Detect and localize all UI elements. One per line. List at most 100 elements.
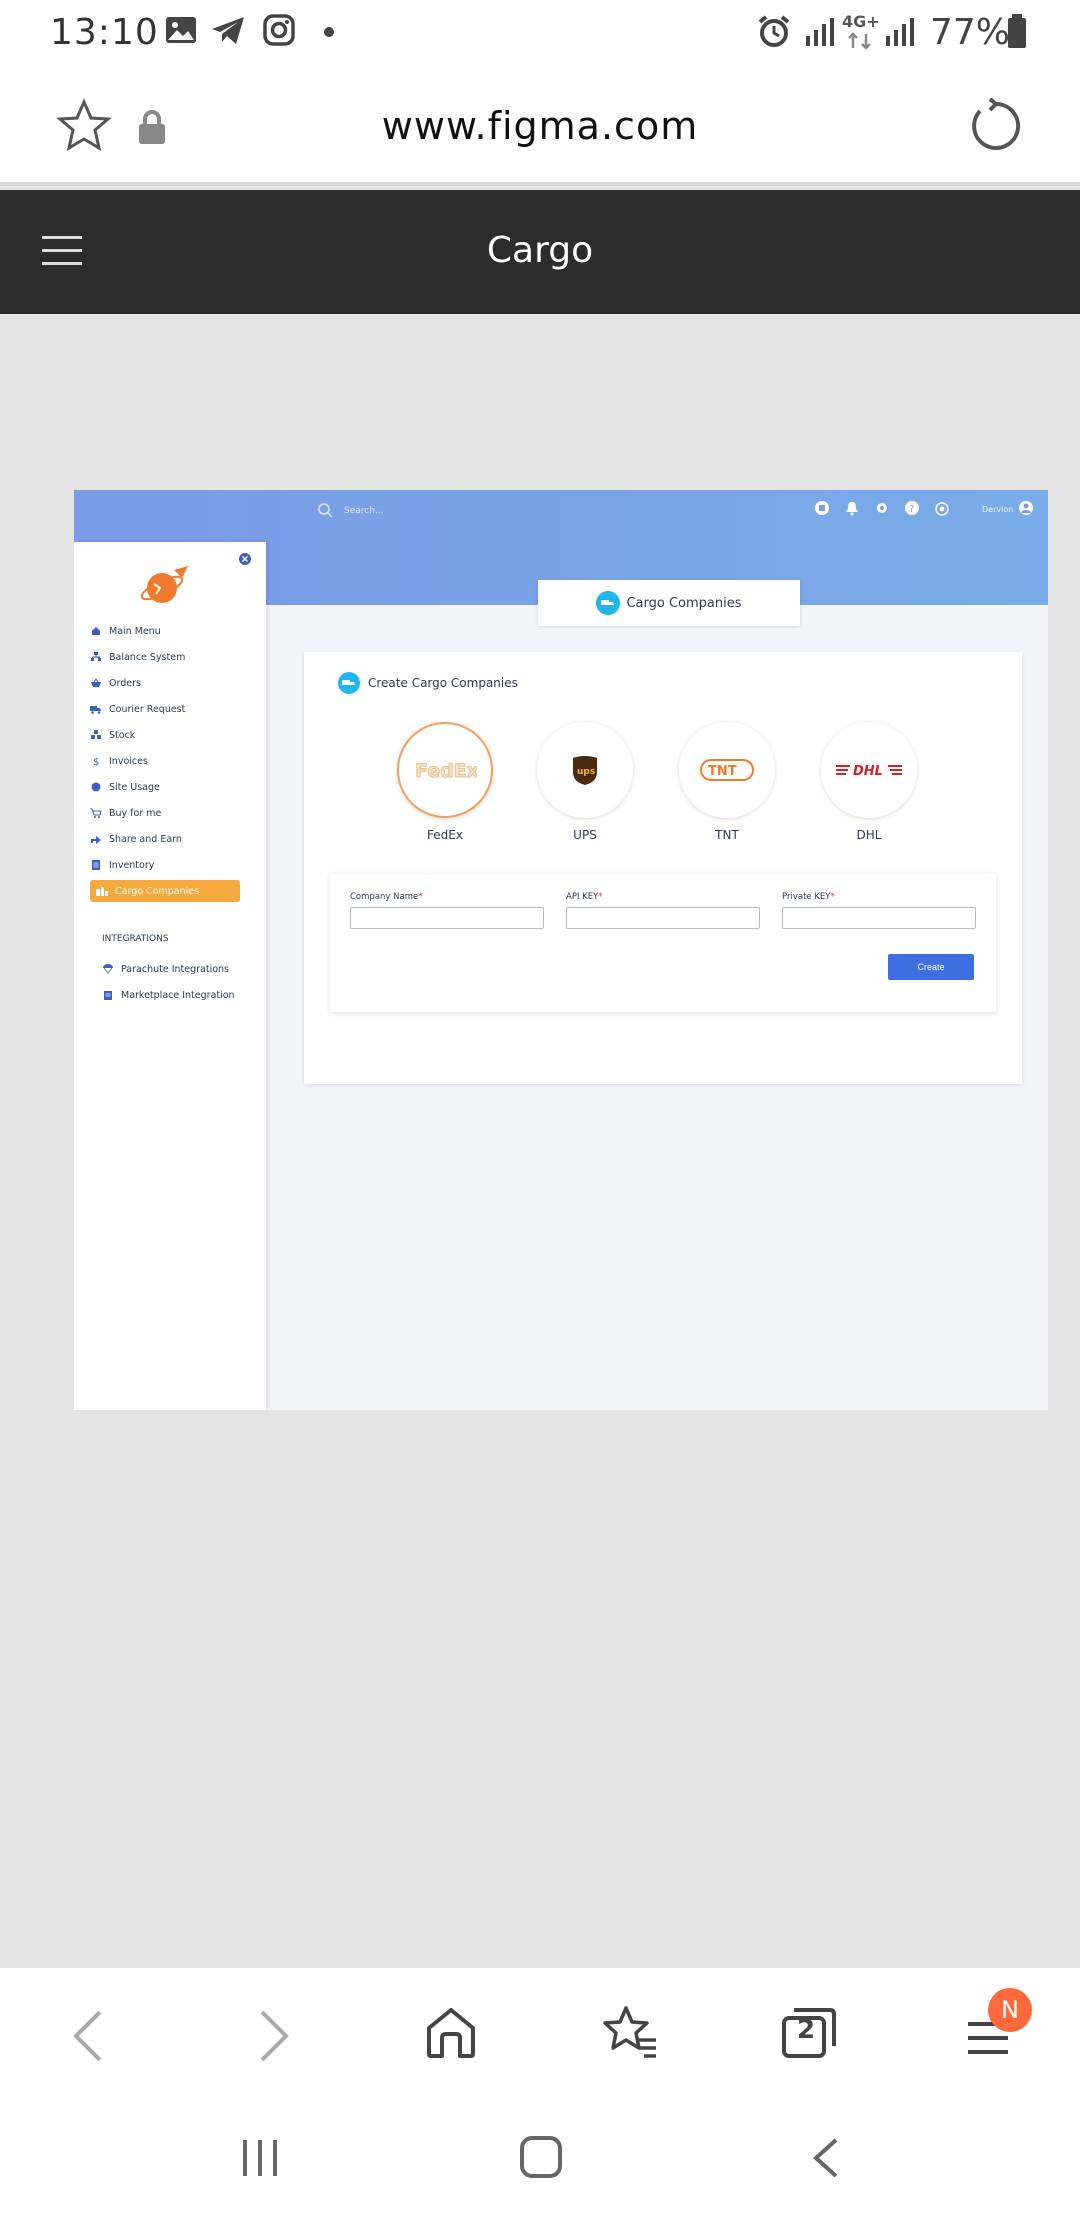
card-title: Create Cargo Companies (338, 672, 518, 694)
sidebar-item-buy-for-me[interactable]: Buy for me (90, 802, 240, 824)
user-name[interactable]: Dervlon (982, 505, 1013, 514)
sidebar-item-marketplace-integration[interactable]: Marketplace Integration (102, 984, 252, 1006)
company-name-input[interactable] (350, 907, 544, 929)
forward-icon[interactable] (256, 2008, 292, 2064)
required-marker: * (830, 892, 835, 902)
sitemap-icon (90, 651, 102, 663)
sidebar-item-label: Marketplace Integration (121, 989, 235, 1001)
back-button-icon[interactable] (808, 2136, 842, 2182)
share-icon (90, 833, 102, 845)
truck-icon (90, 703, 102, 715)
sidebar: Main Menu Balance System Orders Courier … (74, 542, 266, 1410)
back-icon[interactable] (70, 2008, 106, 2064)
truck-icon (338, 672, 360, 694)
figma-header: Cargo (0, 190, 1080, 314)
sidebar-item-label: Stock (109, 729, 136, 741)
sidebar-item-label: Share and Earn (109, 833, 182, 845)
gear-icon[interactable] (874, 500, 890, 516)
basket-icon (90, 677, 102, 689)
sidebar-item-parachute-integrations[interactable]: Parachute Integrations (102, 958, 252, 980)
company-dhl[interactable]: DHL DHL (820, 722, 918, 842)
prototype-frame: Search... ? Dervlon Main Menu Balance Sy… (74, 490, 1048, 1410)
company-name-field: Company Name* (350, 892, 544, 929)
coins-icon[interactable] (934, 500, 950, 516)
sidebar-item-invoices[interactable]: $ Invoices (90, 750, 240, 772)
sidebar-item-label: Inventory (109, 859, 155, 871)
dhl-logo[interactable]: DHL (821, 722, 917, 818)
api-key-input[interactable] (566, 907, 760, 929)
bell-icon[interactable] (844, 500, 860, 516)
svg-text:DHL: DHL (853, 764, 883, 779)
bookmarks-icon[interactable] (602, 2004, 658, 2060)
app-logo (140, 566, 188, 603)
gallery-icon (166, 17, 196, 43)
user-avatar-icon[interactable] (1018, 500, 1034, 516)
company-name: DHL (856, 828, 882, 842)
battery-percent: 77% (930, 12, 1011, 53)
required-marker: * (598, 892, 603, 902)
svg-text:ups: ups (577, 767, 595, 777)
home-button-icon[interactable] (518, 2134, 564, 2180)
search-icon[interactable] (317, 502, 333, 518)
tnt-logo[interactable]: TNT (679, 722, 775, 818)
fedex-logo[interactable]: FedEx (397, 722, 493, 818)
sidebar-item-label: Orders (109, 677, 141, 689)
svg-text:FedEx: FedEx (415, 760, 477, 782)
data-arrows-icon (848, 32, 871, 50)
search-input[interactable]: Search... (344, 506, 384, 516)
alarm-icon (758, 15, 790, 47)
company-name: TNT (715, 828, 739, 842)
url-text[interactable]: www.figma.com (0, 104, 1080, 148)
integrations-heading: INTEGRATIONS (102, 934, 169, 944)
sidebar-item-label: Parachute Integrations (121, 963, 230, 975)
api-credentials-form: Company Name* API KEY* Private KEY* Crea… (330, 874, 996, 1012)
sidebar-item-label: Site Usage (109, 781, 160, 793)
home-icon[interactable] (424, 2006, 478, 2060)
telegram-icon (212, 17, 244, 44)
figma-file-title: Cargo (486, 230, 594, 271)
create-button[interactable]: Create (888, 954, 974, 980)
dot-icon (324, 27, 334, 37)
company-tnt[interactable]: TNT TNT (678, 722, 776, 842)
private-key-label: Private KEY (782, 892, 831, 902)
instagram-icon (263, 14, 295, 46)
sidebar-item-share-and-earn[interactable]: Share and Earn (90, 828, 240, 850)
card-title-text: Create Cargo Companies (368, 676, 518, 690)
ups-logo[interactable]: ups (537, 722, 633, 818)
sidebar-item-orders[interactable]: Orders (90, 672, 240, 694)
sidebar-item-label: Main Menu (109, 625, 161, 637)
cart-icon (90, 807, 102, 819)
private-key-input[interactable] (782, 907, 976, 929)
sidebar-item-label: Invoices (109, 755, 148, 767)
store-icon (102, 989, 114, 1001)
company-name: UPS (573, 828, 597, 842)
required-marker: * (418, 892, 423, 902)
menu-notification-badge: N (988, 1988, 1032, 2032)
svg-text:$: $ (93, 757, 99, 766)
browser-bottom-nav (0, 1968, 1080, 2098)
company-fedex[interactable]: FedEx FedEx (396, 722, 494, 842)
dollar-icon: $ (90, 755, 102, 767)
sidebar-item-stock[interactable]: Stock (90, 724, 240, 746)
sidebar-item-courier-request[interactable]: Courier Request (90, 698, 240, 720)
system-navigation-bar (0, 2098, 1080, 2220)
company-ups[interactable]: ups UPS (536, 722, 634, 842)
home-icon (90, 625, 102, 637)
network-type: 4G+ (842, 12, 880, 31)
truck-icon (596, 591, 621, 615)
sidebar-item-cargo-companies[interactable]: Cargo Companies (90, 880, 240, 902)
reload-icon[interactable] (968, 98, 1024, 154)
sidebar-item-site-usage[interactable]: Site Usage (90, 776, 240, 798)
recent-apps-icon[interactable] (240, 2136, 282, 2180)
tab-cargo-companies[interactable]: Cargo Companies (538, 580, 800, 626)
list-icon (90, 859, 102, 871)
api-key-label: API KEY (566, 892, 599, 902)
sidebar-item-inventory[interactable]: Inventory (90, 854, 240, 876)
sidebar-item-main-menu[interactable]: Main Menu (90, 620, 240, 642)
company-name-label: Company Name (350, 892, 419, 902)
sidebar-item-balance-system[interactable]: Balance System (90, 646, 240, 668)
sidebar-close-icon[interactable] (238, 552, 252, 566)
grid-icon[interactable] (814, 500, 830, 516)
api-key-field: API KEY* (566, 892, 760, 929)
help-icon[interactable]: ? (904, 500, 920, 516)
